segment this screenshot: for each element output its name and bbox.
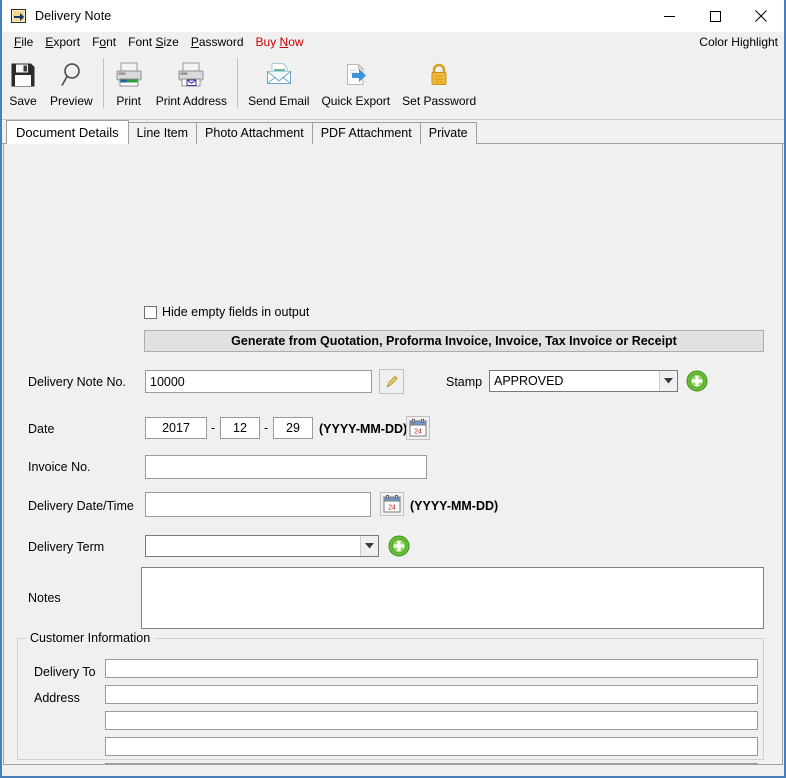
menu-bar: File Export Font Font Size Password Buy … <box>2 32 784 52</box>
menu-item-font[interactable]: Font <box>86 32 122 52</box>
document-export-arrow-icon <box>341 58 371 92</box>
color-highlight-label: Color Highlight <box>699 35 778 49</box>
toolbar-button-save[interactable]: Save <box>2 54 44 116</box>
chevron-down-icon[interactable] <box>659 371 677 391</box>
date-separator-1: - <box>211 421 216 435</box>
invoice-no-input[interactable] <box>145 455 427 479</box>
svg-text:24: 24 <box>388 505 396 512</box>
close-icon <box>755 10 767 22</box>
delivery-note-no-input[interactable] <box>145 370 372 393</box>
delivery-datetime-label: Delivery Date/Time <box>28 499 134 513</box>
delivery-note-no-edit-button[interactable] <box>379 369 404 394</box>
hide-empty-fields-checkbox[interactable] <box>144 306 157 319</box>
stamp-label: Stamp <box>446 375 483 389</box>
hide-empty-fields-label: Hide empty fields in output <box>162 305 310 319</box>
delivery-term-add-button[interactable] <box>387 534 411 558</box>
date-month-input[interactable] <box>220 417 260 439</box>
window-controls <box>646 0 784 32</box>
toolbar-label-print: Print <box>116 94 142 108</box>
toolbar-label-send-email: Send Email <box>248 94 310 108</box>
window-title: Delivery Note <box>35 9 112 23</box>
address-line-3-input[interactable] <box>105 737 758 756</box>
delivery-datetime-format-hint: (YYYY-MM-DD) <box>410 499 499 513</box>
stamp-combo[interactable]: APPROVED <box>489 370 678 392</box>
tab-document-details[interactable]: Document Details <box>6 120 129 144</box>
document-details-panel: Hide empty fields in output Generate fro… <box>3 144 783 765</box>
pencil-icon <box>386 375 398 388</box>
address-line-2-input[interactable] <box>105 711 758 730</box>
menu-item-export[interactable]: Export <box>39 32 86 52</box>
delivery-term-label: Delivery Term <box>28 540 105 554</box>
add-green-plus-icon <box>686 370 708 392</box>
tab-pdf-attachment[interactable]: PDF Attachment <box>311 122 421 144</box>
minimize-button[interactable] <box>646 0 692 32</box>
toolbar-label-set-password: Set Password <box>402 94 477 108</box>
close-button[interactable] <box>738 0 784 32</box>
date-separator-2: - <box>264 421 269 435</box>
application-window: Delivery Note File Export Font Font Size… <box>0 0 786 778</box>
toolbar-label-print-address: Print Address <box>155 94 228 108</box>
date-year-input[interactable] <box>145 417 207 439</box>
menu-item-font-size[interactable]: Font Size <box>122 32 185 52</box>
notes-textarea[interactable] <box>141 567 764 629</box>
toolbar-button-print-address[interactable]: Print Address <box>150 54 233 116</box>
toolbar-label-preview: Preview <box>50 94 93 108</box>
stamp-value: APPROVED <box>494 374 564 388</box>
address-label: Address <box>34 691 80 705</box>
title-bar: Delivery Note <box>2 0 784 32</box>
toolbar-button-quick-export[interactable]: Quick Export <box>315 54 396 116</box>
window-bottom-strip <box>2 765 784 769</box>
printer-envelope-icon <box>176 58 206 92</box>
toolbar: Save Preview Print Print Address Send Em… <box>2 52 784 120</box>
tab-photo-attachment[interactable]: Photo Attachment <box>196 122 313 144</box>
padlock-icon <box>425 58 453 92</box>
minimize-icon <box>663 15 675 17</box>
chevron-down-icon[interactable] <box>360 536 378 556</box>
add-green-plus-icon <box>388 535 410 557</box>
export-arrow-icon <box>11 8 27 24</box>
toolbar-label-save: Save <box>9 94 37 108</box>
tab-private[interactable]: Private <box>419 122 477 144</box>
address-line-4-input[interactable] <box>105 763 758 764</box>
address-line-1-input[interactable] <box>105 685 758 704</box>
floppy-disk-icon <box>9 58 37 92</box>
email-envelope-icon <box>264 58 294 92</box>
notes-label: Notes <box>28 591 61 605</box>
toolbar-button-print[interactable]: Print <box>108 54 150 116</box>
svg-text:24: 24 <box>414 429 422 436</box>
calendar-icon: 24 <box>409 419 427 437</box>
stamp-add-button[interactable] <box>685 369 709 393</box>
toolbar-separator-2 <box>237 58 239 108</box>
maximize-button[interactable] <box>692 0 738 32</box>
toolbar-button-preview[interactable]: Preview <box>44 54 99 116</box>
toolbar-button-send-email[interactable]: Send Email <box>242 54 315 116</box>
invoice-no-label: Invoice No. <box>28 460 91 474</box>
tab-strip: Document Details Line Item Photo Attachm… <box>2 120 784 144</box>
menu-item-buy-now[interactable]: Buy Now <box>250 32 310 52</box>
date-format-hint: (YYYY-MM-DD) <box>319 422 408 436</box>
date-calendar-button[interactable]: 24 <box>406 416 430 440</box>
delivery-to-label: Delivery To <box>34 665 96 679</box>
toolbar-label-quick-export: Quick Export <box>321 94 391 108</box>
delivery-note-no-label: Delivery Note No. <box>28 375 126 389</box>
maximize-icon <box>709 10 721 22</box>
date-day-input[interactable] <box>273 417 313 439</box>
delivery-datetime-calendar-button[interactable]: 24 <box>380 492 404 516</box>
date-label: Date <box>28 422 55 436</box>
delivery-term-combo[interactable] <box>145 535 379 557</box>
toolbar-separator-1 <box>102 58 104 108</box>
delivery-datetime-input[interactable] <box>145 492 371 517</box>
menu-item-password[interactable]: Password <box>185 32 250 52</box>
magnifier-icon <box>57 58 85 92</box>
toolbar-button-set-password[interactable]: Set Password <box>396 54 482 116</box>
menu-item-file[interactable]: File <box>8 32 39 52</box>
printer-icon <box>114 58 144 92</box>
customer-information-title: Customer Information <box>26 631 155 645</box>
tab-line-item[interactable]: Line Item <box>127 122 198 144</box>
calendar-icon: 24 <box>383 495 401 513</box>
delivery-to-input[interactable] <box>105 659 758 678</box>
generate-from-document-button[interactable]: Generate from Quotation, Proforma Invoic… <box>144 330 764 352</box>
